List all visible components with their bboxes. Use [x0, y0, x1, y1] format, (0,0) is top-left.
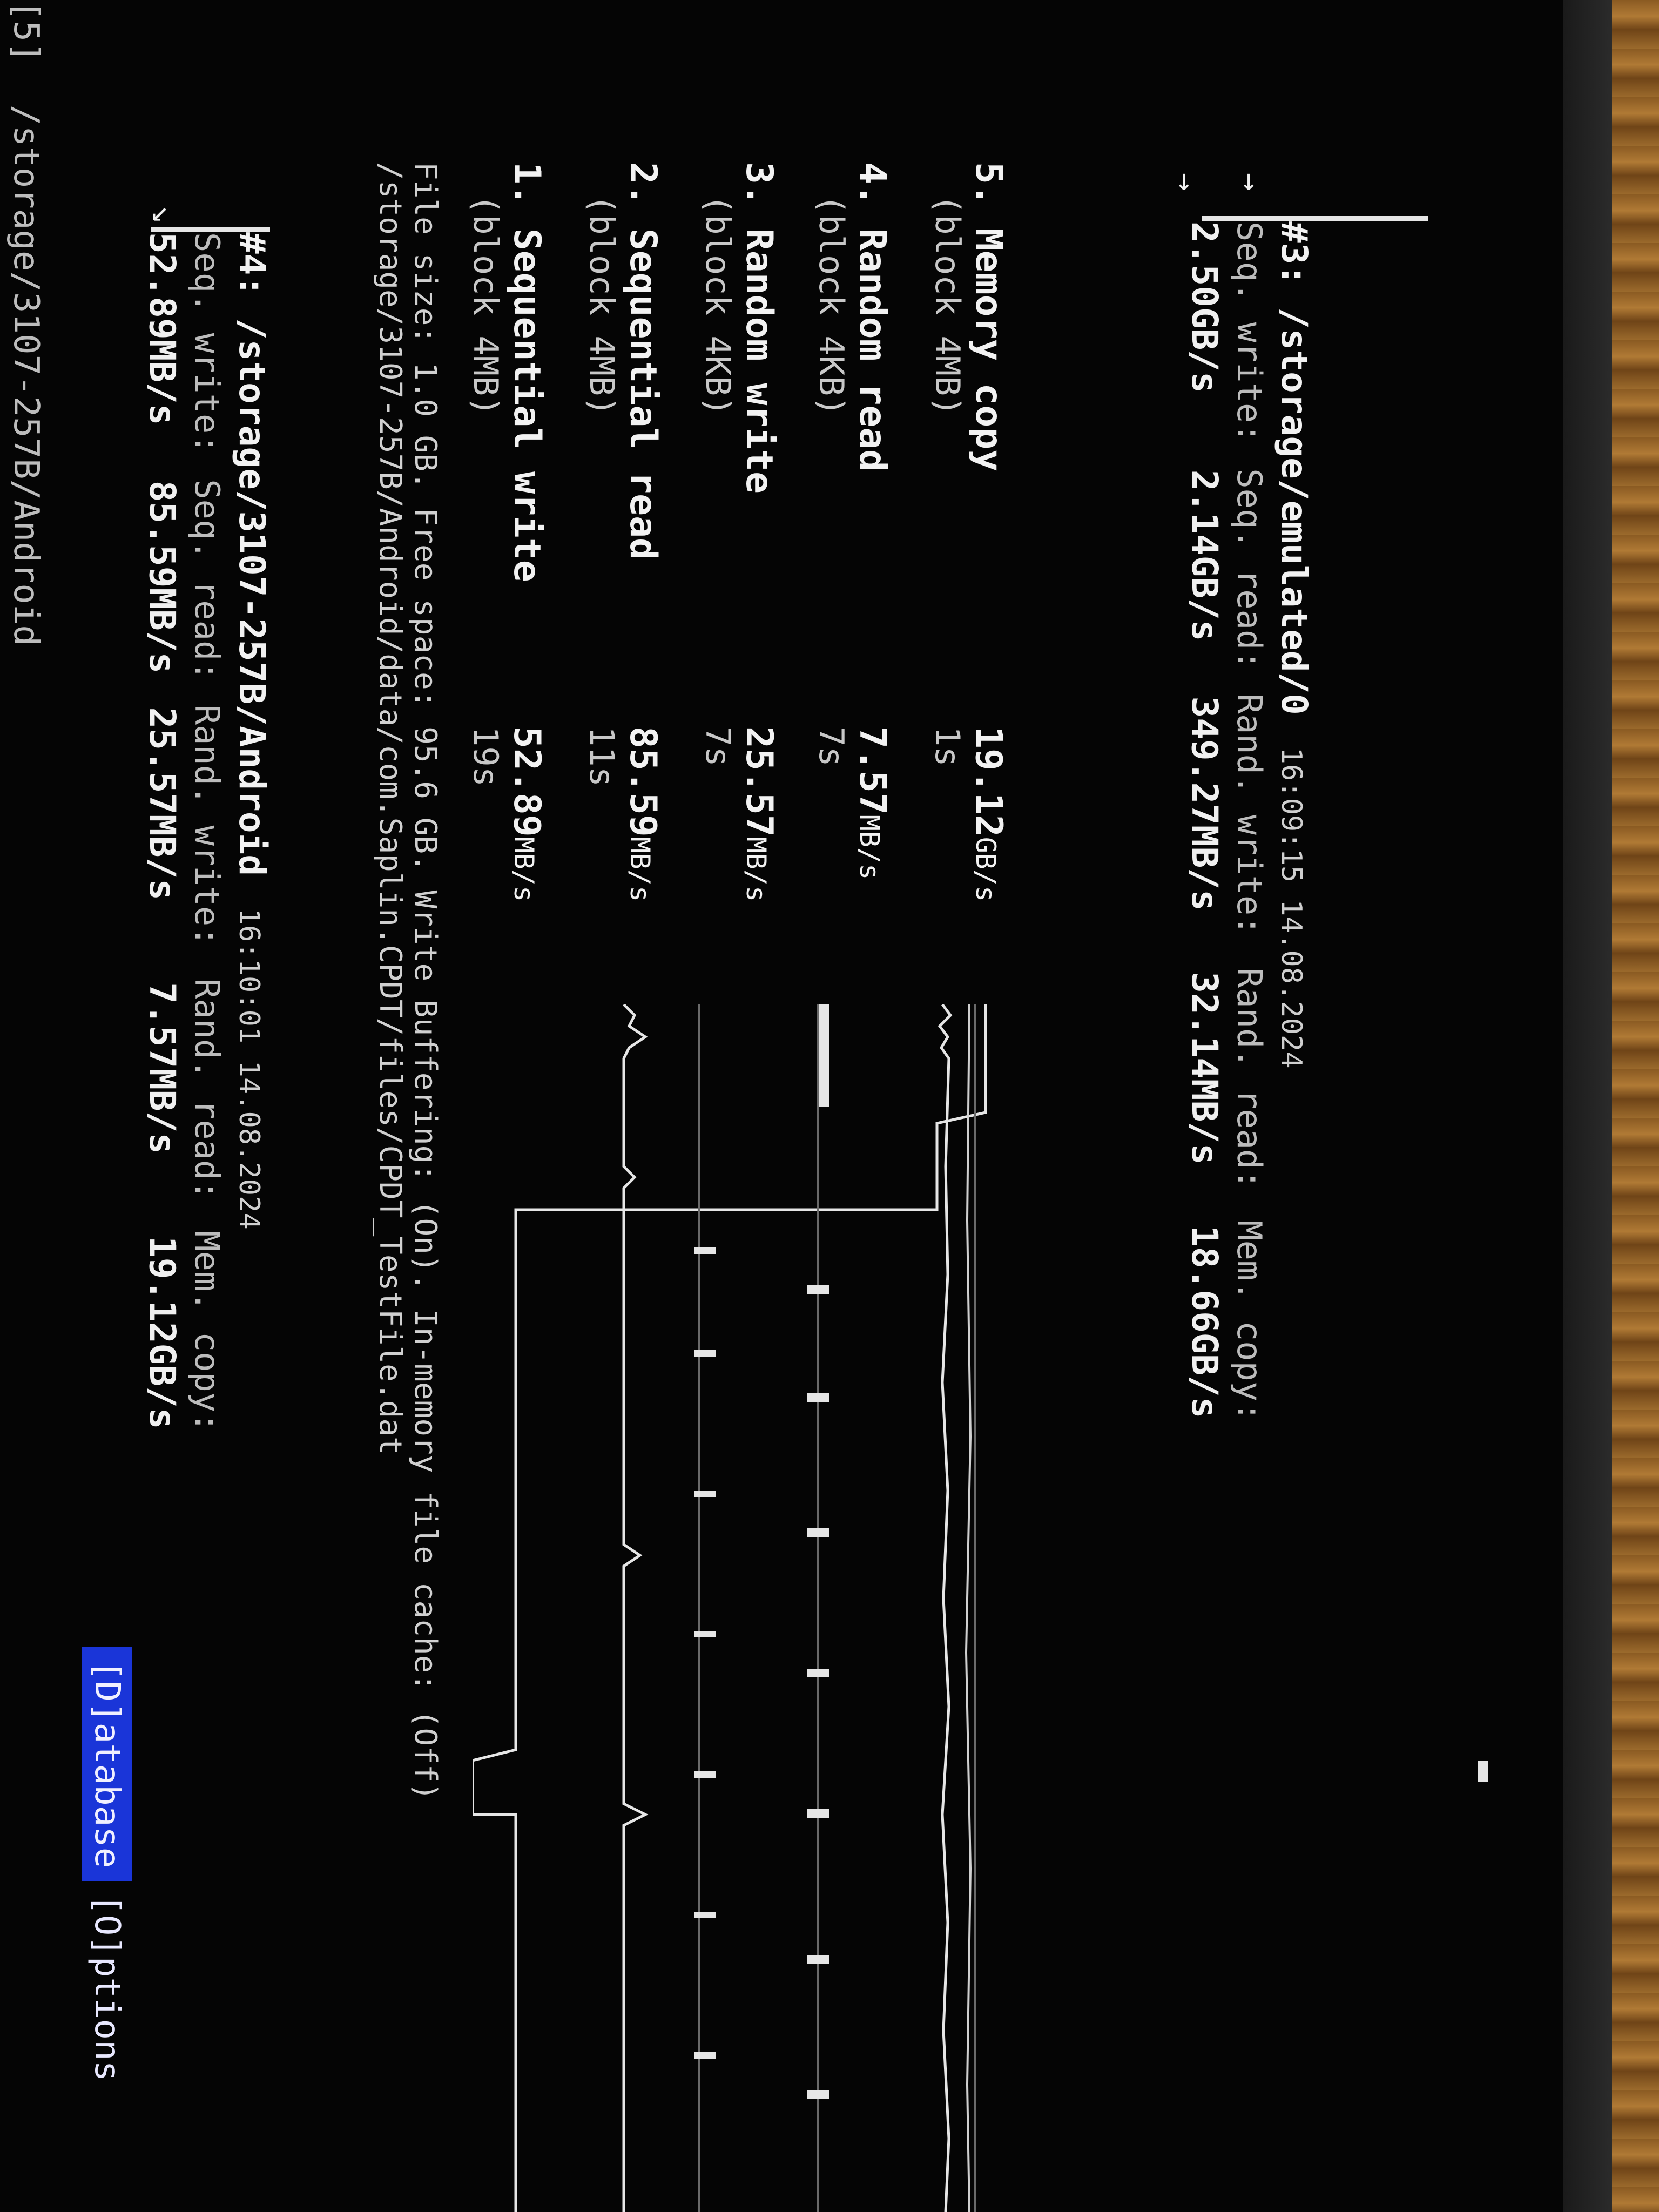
test-block-size: (block 4MB): [928, 194, 967, 416]
test-name: 3. Random write: [738, 162, 780, 494]
result-entry-4[interactable]: #4: /storage/3107-257B/Android 16:10:01 …: [141, 232, 273, 2176]
test-duration: 19s: [466, 726, 505, 787]
tab-options[interactable]: [O]ptions: [82, 1881, 132, 2094]
scrollbar-thumb[interactable]: [1478, 1761, 1488, 1782]
entry-selection-bar: [1202, 216, 1428, 221]
test-duration: 7s: [698, 726, 738, 767]
window-title: [5] /storage/3107-257B/Android: [0, 0, 46, 646]
test-row-2: 2. Sequential read (block 4MB): [582, 162, 664, 560]
terminal-screen: [5] /storage/3107-257B/Android [D]atabas…: [0, 0, 1563, 2212]
label-mem-copy: Mem. copy:: [1230, 1220, 1269, 1422]
rand-write-tick: [694, 1771, 716, 1778]
test-file-path: /storage/3107-257B/Android/data/com.Sapl…: [373, 162, 408, 1455]
rand-read-tick: [807, 1528, 829, 1537]
test-name: 2. Sequential read: [622, 162, 664, 560]
test-name: 5. Memory copy: [967, 162, 1010, 472]
tab-bar: [D]atabase [O]ptions: [82, 1647, 132, 2094]
rand-write-tick: [694, 2052, 716, 2059]
arrow-right-icon: →: [1168, 173, 1203, 191]
monitor-bezel: [1563, 0, 1612, 2212]
test-row-5: 5. Memory copy (block 4MB): [928, 162, 1010, 471]
test-block-size: (block 4MB): [466, 194, 505, 416]
rand-read-tick: [807, 1393, 829, 1402]
tab-database[interactable]: [D]atabase: [82, 1647, 132, 1881]
value-rand-read: 32.14MB/s: [1184, 972, 1225, 1165]
rand-read-tick: [807, 1285, 829, 1294]
seq-write-trace: [473, 1004, 987, 2212]
label-seq-write: Seq. write:: [187, 232, 227, 454]
rand-write-tick: [694, 1912, 716, 1918]
rand-read-tick: [807, 1955, 829, 1964]
test-speed: 25.57: [738, 726, 780, 837]
arrow-right-icon: →: [1233, 173, 1268, 191]
test-unit: MB/s: [854, 814, 885, 880]
desk-surface: [1612, 0, 1659, 2212]
label-mem-copy: Mem. copy:: [187, 1231, 227, 1433]
label-rand-read: Rand. read:: [1230, 967, 1269, 1190]
value-rand-write: 349.27MB/s: [1184, 696, 1225, 911]
rand-read-tick: [807, 1809, 829, 1818]
test-speed: 19.12: [967, 726, 1010, 837]
value-mem-copy: 18.66GB/s: [1184, 1225, 1225, 1419]
test-row-5-result: 19.12GB/s 1s: [928, 726, 1010, 902]
entry-timestamp: 16:09:15 14.08.2024: [1275, 747, 1307, 1069]
window-index: [5]: [6, 0, 46, 63]
test-name: 4. Random read: [851, 162, 894, 472]
label-rand-write: Rand. write:: [1230, 693, 1269, 936]
rand-write-tick: [694, 1247, 716, 1254]
throughput-graph: [473, 1004, 987, 2212]
result-entry-3[interactable]: #3: /storage/emulated/0 16:09:15 14.08.2…: [1184, 221, 1315, 2166]
test-block-size: (block 4KB): [698, 194, 738, 416]
test-duration: 1s: [928, 726, 967, 767]
value-rand-write: 25.57MB/s: [141, 707, 183, 901]
test-row-2-result: 85.59MB/s 11s: [582, 726, 664, 902]
test-file-info: File size: 1.0 GB. Free space: 95.6 GB. …: [408, 162, 443, 1801]
entry-timestamp: 16:10:01 14.08.2024: [233, 908, 265, 1230]
test-speed: 85.59: [622, 726, 664, 837]
test-unit: MB/s: [740, 837, 772, 902]
seq-read-trace: [622, 1004, 649, 2212]
test-duration: 7s: [812, 726, 851, 767]
test-name: 1. Sequential write: [505, 162, 548, 582]
value-mem-copy: 19.12GB/s: [141, 1236, 183, 1429]
rand-write-tick: [694, 1491, 716, 1497]
label-rand-read: Rand. read:: [187, 978, 227, 1201]
mem-copy-trace: [938, 1004, 953, 2212]
test-row-1: 1. Sequential write (block 4MB): [466, 162, 548, 582]
expand-arrow-icon[interactable]: ↘: [146, 205, 181, 224]
test-duration: 11s: [582, 726, 622, 787]
test-unit: MB/s: [624, 837, 656, 902]
test-unit: GB/s: [970, 837, 1001, 902]
test-row-4: 4. Random read (block 4KB): [812, 162, 894, 471]
window-path: /storage/3107-257B/Android: [6, 105, 46, 646]
rand-read-tick: [807, 1669, 829, 1677]
mem-copy-trace-lower: [965, 1004, 972, 2212]
value-seq-write: 52.89MB/s: [141, 232, 183, 426]
test-speed: 52.89: [505, 726, 548, 837]
test-row-3-result: 25.57MB/s 7s: [698, 726, 780, 902]
label-rand-write: Rand. write:: [187, 704, 227, 947]
test-block-size: (block 4MB): [582, 194, 622, 416]
rand-read-tick: [807, 2090, 829, 2099]
rand-write-tick: [694, 1631, 716, 1637]
expand-arrows[interactable]: → →: [1153, 173, 1283, 191]
value-seq-read: 2.14GB/s: [1184, 469, 1225, 642]
test-row-4-result: 7.57MB/s 7s: [812, 726, 894, 880]
test-unit: MB/s: [508, 837, 539, 902]
test-block-size: (block 4KB): [812, 194, 851, 416]
rand-write-tick: [694, 1350, 716, 1357]
test-row-3: 3. Random write (block 4KB): [698, 162, 780, 494]
entry-title: #4: /storage/3107-257B/Android: [231, 232, 273, 876]
test-row-1-result: 52.89MB/s 19s: [466, 726, 548, 902]
entry-selection-bar: [151, 227, 270, 232]
entry-title: #3: /storage/emulated/0: [1273, 221, 1315, 715]
mem-copy-bar: [819, 1004, 829, 1107]
test-speed: 7.57: [851, 726, 894, 815]
value-seq-read: 85.59MB/s: [141, 480, 183, 674]
value-seq-write: 2.50GB/s: [1184, 221, 1225, 393]
label-seq-read: Seq. read:: [187, 479, 227, 681]
value-rand-read: 7.57MB/s: [141, 982, 183, 1155]
label-seq-read: Seq. read:: [1230, 468, 1269, 670]
label-seq-write: Seq. write:: [1230, 221, 1269, 443]
